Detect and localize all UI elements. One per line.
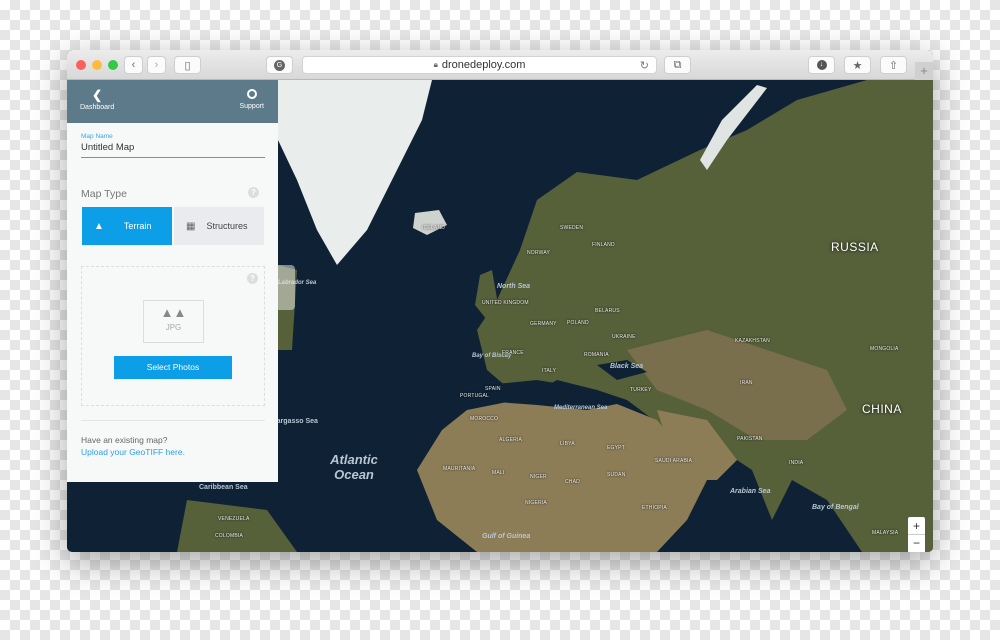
back-arrow-icon: ❮ — [92, 88, 103, 102]
label-finland: FINLAND — [592, 242, 615, 248]
label-united-kingdom: UNITED KINGDOM — [482, 300, 529, 306]
mountain-icon: ▲ — [94, 220, 104, 232]
support-label: Support — [239, 103, 264, 110]
label-saudi-arabia: SAUDI ARABIA — [655, 458, 693, 464]
tabs-overview-icon[interactable]: ⧉ — [664, 56, 691, 74]
label-sudan: SUDAN — [607, 472, 626, 478]
sidebar-collapse-handle[interactable] — [278, 265, 295, 310]
uk-land — [475, 270, 499, 320]
minimize-window-button[interactable] — [92, 60, 102, 70]
label-venezuela: VENEZUELA — [218, 516, 250, 522]
label-niger: NIGER — [530, 474, 547, 480]
label-bay-of-bengal: Bay of Bengal — [812, 504, 859, 511]
lock-icon: 🔒︎ — [433, 60, 438, 69]
south-america-land — [177, 500, 297, 552]
label-france: FRANCE — [502, 350, 524, 356]
zoom-in-button[interactable]: + — [908, 517, 925, 535]
label-libya: LIBYA — [560, 441, 575, 447]
label-black-sea: Black Sea — [610, 363, 644, 370]
select-photos-button[interactable]: Select Photos — [114, 356, 232, 379]
zoom-control: + − — [908, 517, 925, 552]
file-type-label: JPG — [165, 323, 182, 332]
downloads-icon[interactable]: ↓ — [808, 56, 835, 74]
forward-button[interactable]: › — [147, 56, 166, 74]
dashboard-button[interactable]: ❮ Dashboard — [80, 89, 114, 111]
label-morocco: MOROCCO — [470, 416, 499, 422]
label-chad: CHAD — [565, 479, 580, 485]
label-china: CHINA — [862, 402, 902, 416]
sidebar-panel: ❮ Dashboard Support Map Name Untitled Ma… — [67, 80, 278, 482]
label-iceland: ICELAND — [422, 225, 446, 231]
label-pakistan: PAKISTAN — [737, 436, 763, 442]
map-type-help-icon[interactable]: ? — [248, 187, 259, 198]
browser-toolbar: ‹ › ▯ G 🔒︎ dronedeploy.com ↻ ⧉ ↓ ★ ⇧ + — [67, 50, 933, 80]
label-kazakhstan: KAZAKHSTAN — [735, 338, 770, 344]
bookmark-icon[interactable]: ★ — [844, 56, 871, 74]
terrain-label: Terrain — [123, 221, 152, 231]
label-mali: MALI — [492, 470, 505, 476]
label-gulf-of-guinea: Gulf of Guinea — [482, 533, 531, 540]
share-icon[interactable]: ⇧ — [880, 56, 907, 74]
label-colombia: COLOMBIA — [215, 533, 243, 539]
label-nigeria: NIGERIA — [525, 500, 547, 506]
photo-drop-zone[interactable]: ? ▲▲ JPG Select Photos — [81, 266, 265, 406]
sidebar-toggle-icon[interactable]: ▯ — [174, 56, 201, 74]
lifebuoy-icon — [246, 89, 257, 99]
label-portugal: PORTUGAL — [460, 393, 490, 399]
structures-label: Structures — [206, 221, 248, 231]
label-sweden: SWEDEN — [560, 225, 584, 231]
label-india: INDIA — [789, 460, 804, 466]
label-north-sea: North Sea — [497, 283, 531, 290]
support-button[interactable]: Support — [239, 89, 264, 110]
dashboard-label: Dashboard — [80, 104, 115, 111]
sidebar-header: ❮ Dashboard Support — [67, 80, 278, 123]
upload-geotiff-link[interactable]: Upload your GeoTIFF here. — [81, 447, 185, 457]
label-egypt: EGYPT — [607, 445, 625, 451]
label-norway: NORWAY — [527, 250, 551, 256]
label-malaysia: MALAYSIA — [872, 530, 899, 536]
browser-window: RUSSIA CHINA Atlantic Ocean North Sea Ba… — [67, 50, 933, 552]
label-poland: POLAND — [567, 320, 589, 326]
label-ukraine: UKRAINE — [612, 334, 636, 340]
greenland-ice — [278, 80, 432, 265]
existing-map-text: Have an existing map? — [81, 435, 168, 445]
label-algeria: ALGERIA — [499, 437, 523, 443]
label-mediterranean-sea: Mediterranean Sea — [554, 405, 608, 411]
address-bar[interactable]: 🔒︎ dronedeploy.com ↻ — [302, 56, 657, 74]
label-sargasso-sea: Sargasso Sea — [272, 418, 318, 425]
reload-icon[interactable]: ↻ — [640, 59, 649, 72]
url-text: dronedeploy.com — [441, 59, 526, 71]
image-mountain-icon: ▲▲ — [160, 305, 187, 320]
label-iran: IRAN — [740, 380, 753, 386]
label-mongolia: MONGOLIA — [870, 346, 899, 352]
label-romania: ROMANIA — [584, 352, 609, 358]
extension-g-icon[interactable]: G — [266, 56, 293, 74]
back-button[interactable]: ‹ — [124, 56, 143, 74]
structures-button[interactable]: ▦ Structures — [174, 207, 264, 245]
jpg-file-icon: ▲▲ JPG — [143, 300, 204, 343]
map-name-input[interactable]: Untitled Map — [81, 142, 265, 158]
building-icon: ▦ — [186, 220, 196, 232]
divider — [81, 420, 265, 421]
map-type-label: Map Type — [81, 188, 127, 200]
label-atlantic-ocean: Atlantic Ocean — [330, 452, 378, 482]
label-germany: GERMANY — [530, 321, 557, 327]
close-window-button[interactable] — [76, 60, 86, 70]
label-belarus: BELARUS — [595, 308, 620, 314]
label-italy: ITALY — [542, 368, 557, 374]
label-mauritania: MAURITANIA — [443, 466, 476, 472]
terrain-button[interactable]: ▲ Terrain — [82, 207, 172, 245]
zoom-out-button[interactable]: − — [908, 535, 925, 552]
label-ethiopia: ETHIOPIA — [642, 505, 667, 511]
upload-help-icon[interactable]: ? — [247, 273, 258, 284]
label-turkey: TURKEY — [630, 387, 652, 393]
new-tab-button[interactable]: + — [915, 62, 933, 80]
label-arabian-sea: Arabian Sea — [730, 488, 771, 495]
label-russia: RUSSIA — [831, 240, 879, 254]
map-name-label: Map Name — [81, 133, 113, 140]
label-caribbean-sea: Caribbean Sea — [199, 484, 248, 491]
maximize-window-button[interactable] — [108, 60, 118, 70]
label-spain: SPAIN — [485, 386, 501, 392]
iceland-land — [413, 210, 447, 235]
